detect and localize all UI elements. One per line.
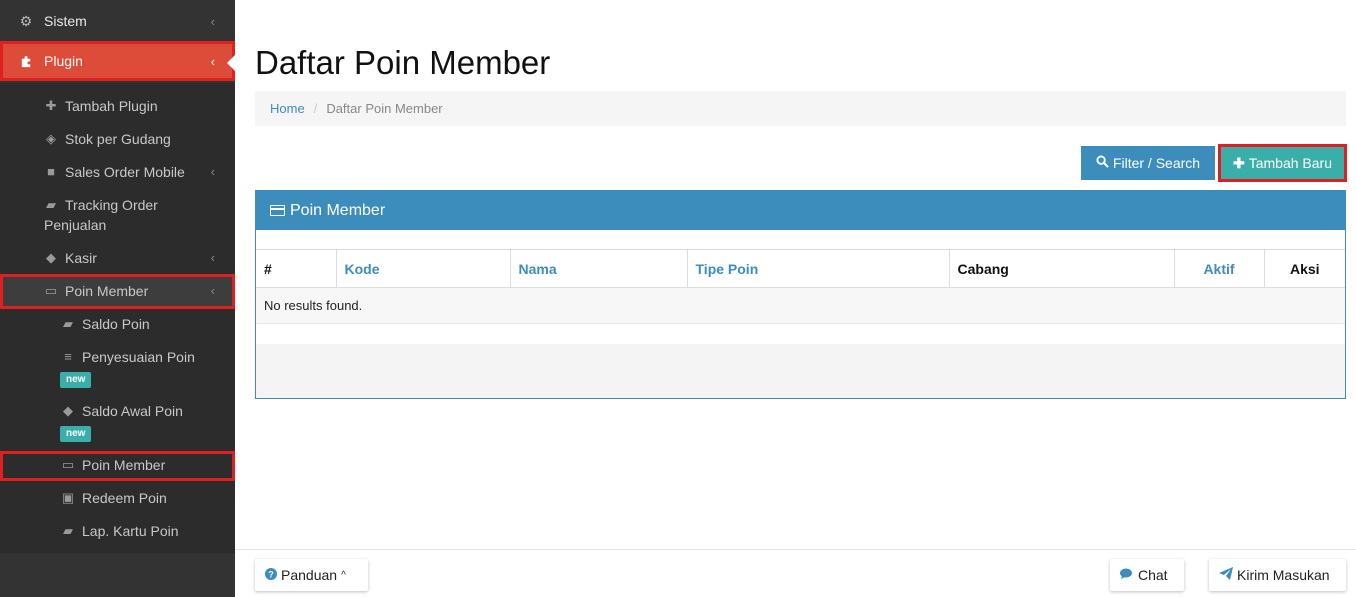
column-header-cabang: Cabang bbox=[949, 249, 1175, 288]
sidebar-item-label: Kasir bbox=[65, 250, 97, 266]
page-title: Daftar Poin Member bbox=[255, 44, 551, 81]
filter-search-button[interactable]: Filter / Search bbox=[1081, 146, 1215, 180]
sidebar-item-label: Saldo Awal Poin bbox=[82, 403, 183, 419]
chat-button[interactable]: Chat bbox=[1110, 559, 1184, 591]
column-header-tipe-poin[interactable]: Tipe Poin bbox=[687, 249, 950, 288]
new-badge: new bbox=[60, 426, 92, 442]
book-icon: ▰ bbox=[63, 316, 73, 331]
book-icon: ▰ bbox=[46, 197, 56, 212]
cube-icon: ◈ bbox=[46, 131, 56, 146]
sidebar-item-label: Penyesuaian Poin bbox=[82, 349, 195, 365]
sidebar-item-label: Stok per Gudang bbox=[65, 131, 171, 147]
paper-plane-icon bbox=[1219, 567, 1233, 583]
breadcrumb-current: Daftar Poin Member bbox=[326, 101, 443, 116]
truck-icon: ■ bbox=[47, 164, 55, 179]
chevron-left-icon: ‹ bbox=[210, 13, 215, 29]
question-circle-icon: ? bbox=[265, 567, 277, 583]
column-header-nama[interactable]: Nama bbox=[510, 249, 688, 288]
sidebar-item-label: Lap. Kartu Poin bbox=[82, 523, 179, 539]
sidebar: ⚙ Sistem ‹ Plugin ‹ ✚ Tambah Plugin ◈ St… bbox=[0, 0, 235, 597]
panel-title: Poin Member bbox=[290, 201, 386, 219]
plus-icon: ✚ bbox=[45, 98, 57, 113]
sidebar-item-sistem[interactable]: ⚙ Sistem ‹ bbox=[0, 1, 235, 41]
sidebar-item-tracking-order[interactable]: ▰ Tracking Order Penjualan bbox=[0, 195, 235, 235]
sidebar-item-plugin[interactable]: Plugin ‹ bbox=[0, 41, 235, 81]
sliders-icon: ≡ bbox=[64, 349, 72, 364]
panduan-button[interactable]: ? Panduan ^ bbox=[255, 559, 368, 591]
filter-search-label: Filter / Search bbox=[1112, 155, 1201, 171]
kirim-masukan-label: Kirim Masukan bbox=[1237, 567, 1330, 583]
plus-icon: ✚ bbox=[1232, 154, 1245, 171]
panduan-label: Panduan bbox=[281, 567, 338, 583]
column-header-kode[interactable]: Kode bbox=[336, 249, 511, 288]
panel-footer bbox=[256, 344, 1345, 398]
gears-icon: ⚙ bbox=[19, 12, 33, 29]
chat-label: Chat bbox=[1138, 567, 1168, 583]
breadcrumb: Home / Daftar Poin Member bbox=[255, 91, 1346, 126]
poin-member-table: # Kode Nama Tipe Poin Cabang Aktif Aksi … bbox=[256, 249, 1345, 345]
column-header-aksi: Aksi bbox=[1264, 249, 1345, 288]
tags-icon: ◆ bbox=[46, 250, 56, 265]
sidebar-item-label: Tracking Order bbox=[65, 197, 158, 213]
chevron-left-icon: ‹ bbox=[210, 250, 215, 265]
highlight-box bbox=[0, 451, 235, 481]
active-indicator bbox=[227, 55, 235, 71]
chevron-up-icon: ^ bbox=[341, 569, 346, 581]
new-badge: new bbox=[60, 372, 92, 388]
sidebar-item-label: Saldo Poin bbox=[82, 316, 150, 332]
sidebar-item-label: Tambah Plugin bbox=[65, 98, 158, 114]
table-spacer-row bbox=[256, 323, 1345, 345]
credit-card-icon bbox=[270, 205, 285, 216]
tambah-baru-button[interactable]: ✚ Tambah Baru bbox=[1218, 144, 1347, 182]
highlight-box bbox=[0, 274, 235, 309]
tag-icon: ◆ bbox=[63, 403, 73, 418]
sidebar-item-label: Redeem Poin bbox=[82, 490, 167, 506]
footer-divider bbox=[235, 549, 1356, 550]
comments-icon bbox=[1120, 567, 1134, 583]
poin-member-panel: Poin Member # Kode Nama Tipe Poin Cabang… bbox=[255, 190, 1346, 399]
panel-header: Poin Member bbox=[256, 191, 1345, 230]
sidebar-item-label: Sistem bbox=[44, 13, 87, 29]
sidebar-item-label: Plugin bbox=[44, 53, 83, 69]
sidebar-item-label-line2: Penjualan bbox=[44, 217, 107, 233]
chevron-left-icon: ‹ bbox=[210, 164, 215, 179]
search-icon bbox=[1096, 155, 1109, 171]
table-row: No results found. bbox=[256, 287, 1345, 324]
breadcrumb-home-link[interactable]: Home bbox=[270, 101, 305, 116]
column-header-aktif[interactable]: Aktif bbox=[1174, 249, 1265, 288]
book-icon: ▰ bbox=[63, 523, 73, 538]
breadcrumb-separator: / bbox=[313, 101, 318, 116]
empty-message: No results found. bbox=[256, 287, 1345, 324]
sidebar-item-label: Sales Order Mobile bbox=[65, 164, 185, 180]
svg-text:?: ? bbox=[268, 570, 274, 580]
kirim-masukan-button[interactable]: Kirim Masukan bbox=[1209, 559, 1346, 591]
tambah-baru-label: Tambah Baru bbox=[1248, 155, 1332, 171]
column-header-number: # bbox=[256, 249, 337, 288]
gift-icon: ▣ bbox=[61, 490, 75, 505]
chevron-left-icon: ‹ bbox=[210, 53, 215, 69]
main-content: Daftar Poin Member Home / Daftar Poin Me… bbox=[235, 0, 1356, 597]
puzzle-icon bbox=[17, 52, 35, 70]
